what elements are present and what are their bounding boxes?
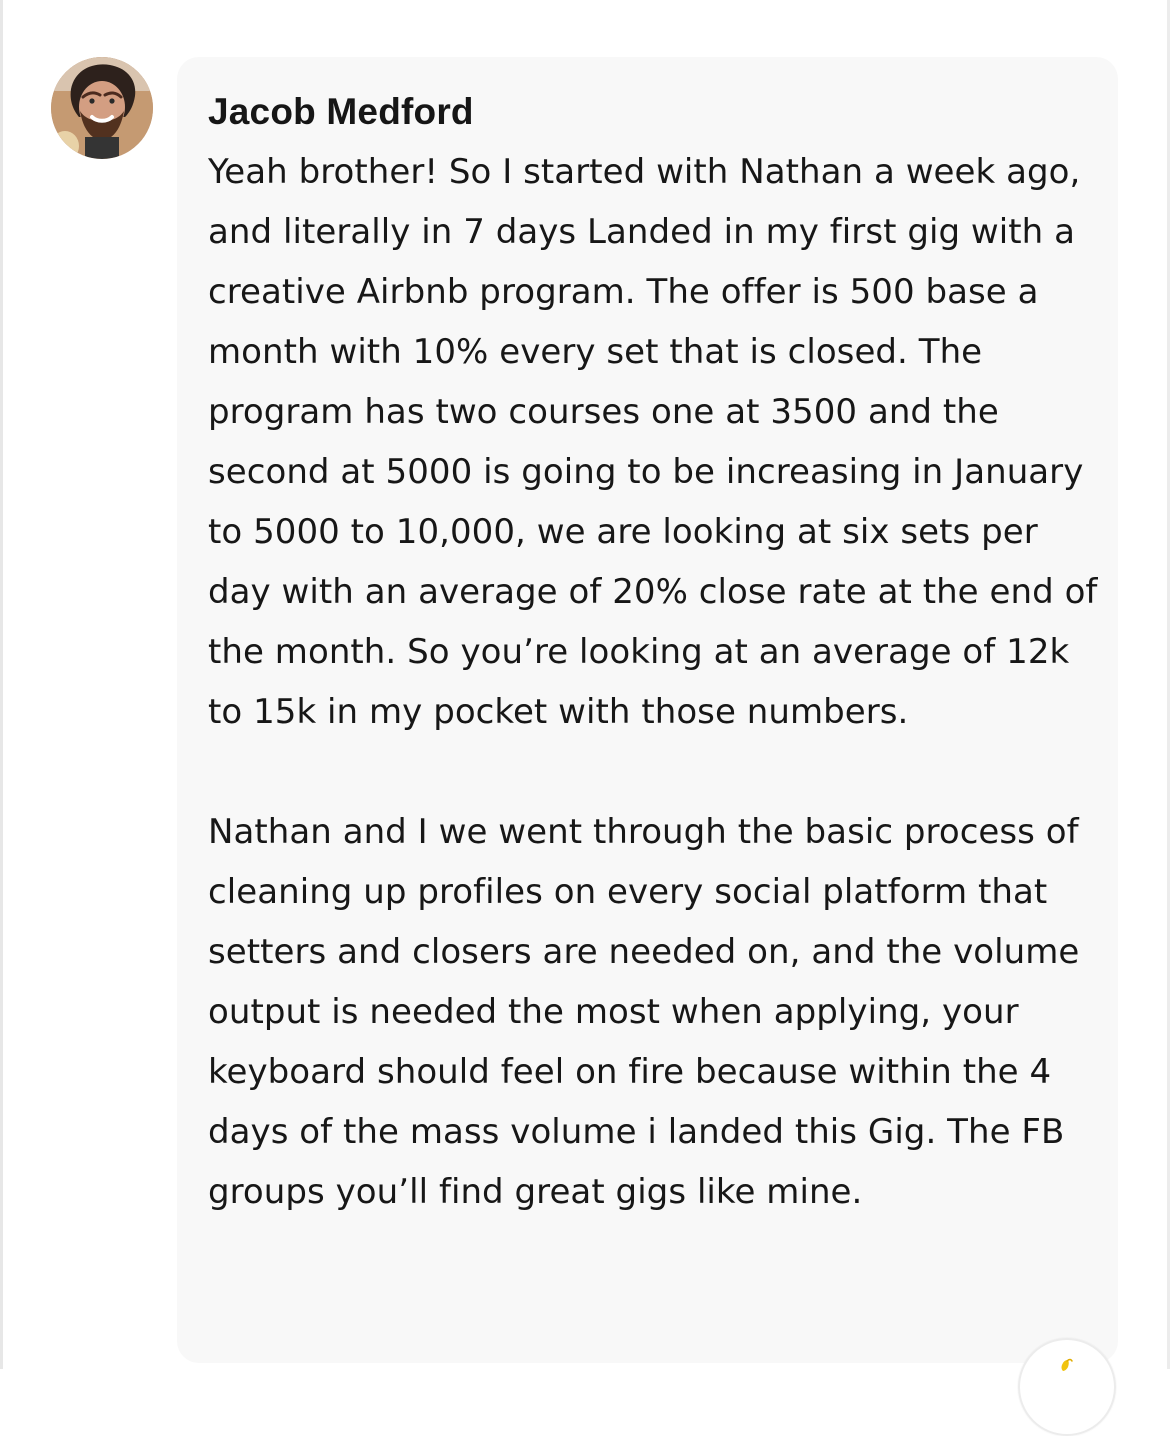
profile-avatar xyxy=(51,57,153,159)
comment-thread-item: Jacob Medford Yeah brother! So I started… xyxy=(0,0,1170,1436)
message-paragraph-1: Yeah brother! So I started with Nathan a… xyxy=(208,152,1098,732)
comment-message: Yeah brother! So I started with Nathan a… xyxy=(208,142,1103,1222)
author-name[interactable]: Jacob Medford xyxy=(208,86,474,138)
reaction-button[interactable] xyxy=(1018,1338,1116,1436)
message-paragraph-2: Nathan and I we went through the basic p… xyxy=(208,812,1080,1212)
avatar[interactable] xyxy=(51,57,153,159)
reaction-emoji-icon xyxy=(1061,1358,1073,1371)
